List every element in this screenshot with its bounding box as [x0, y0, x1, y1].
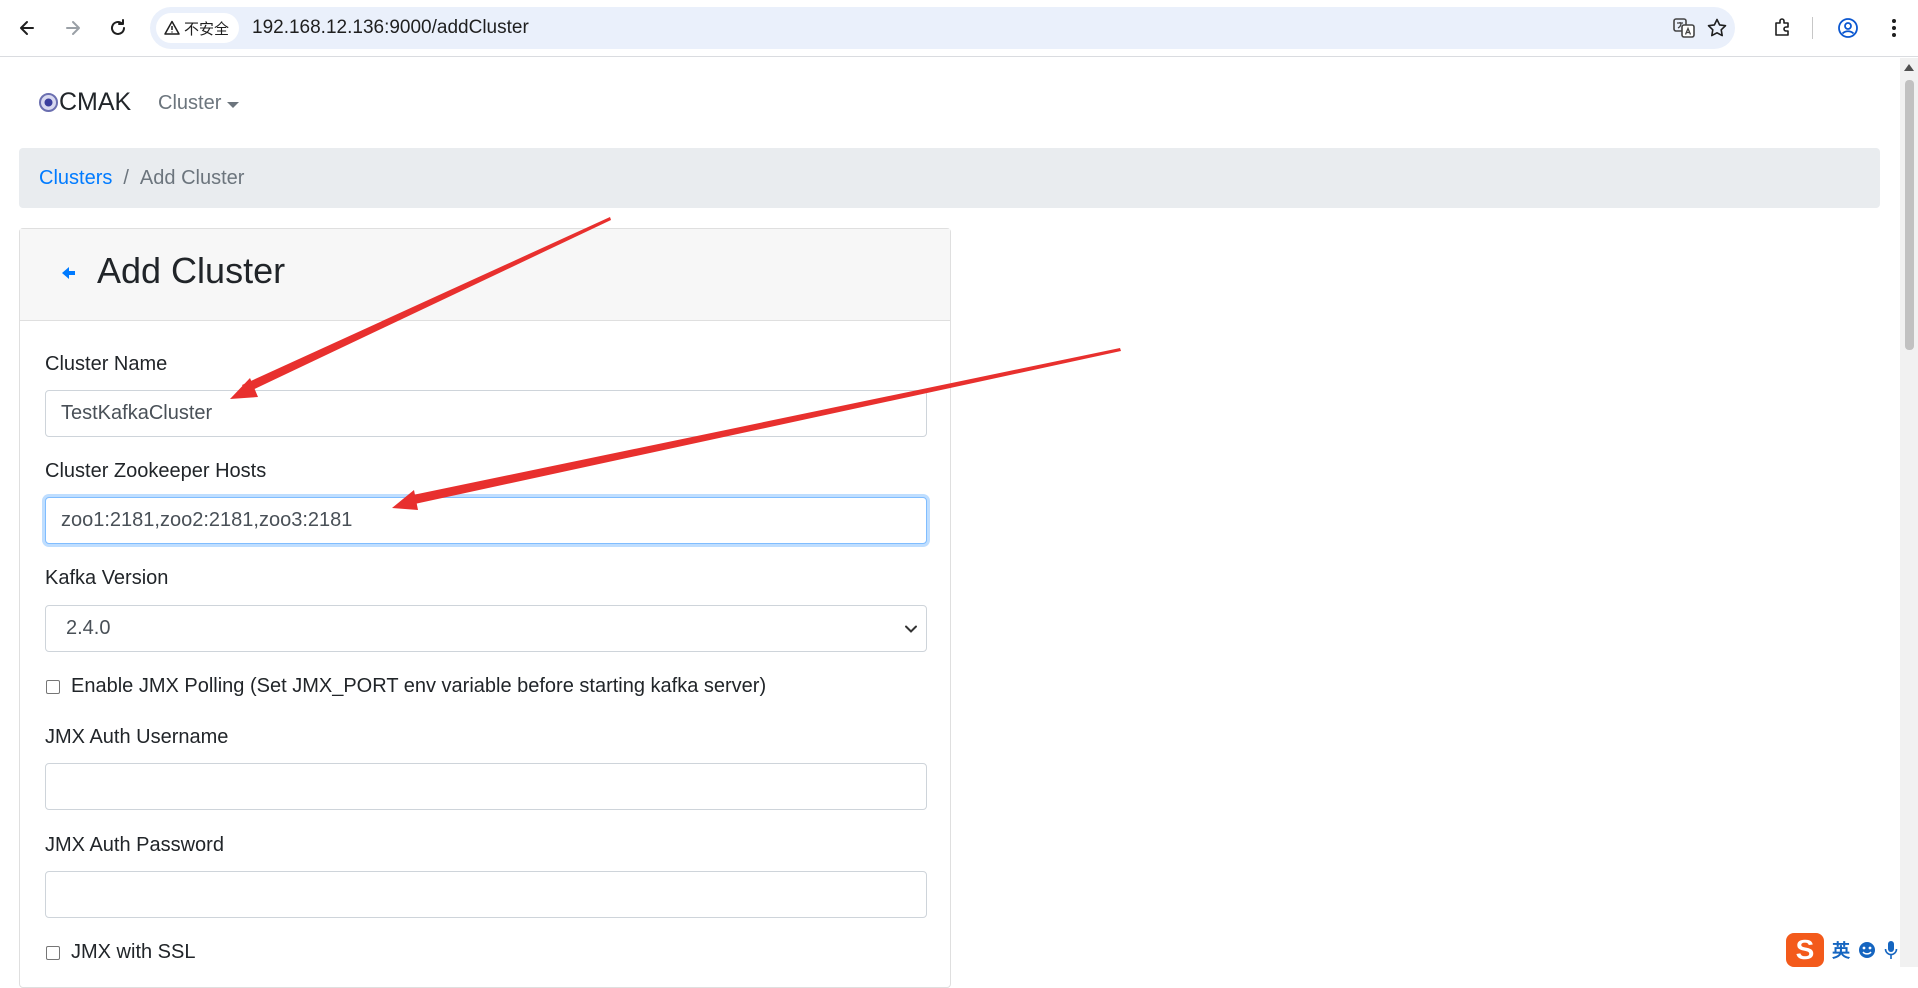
jmx-ssl-checkbox[interactable] [46, 945, 60, 960]
breadcrumb-separator: / [123, 166, 129, 189]
kafka-version-select[interactable]: 2.4.0 [45, 605, 927, 652]
sogou-logo-icon[interactable]: S [1786, 933, 1824, 967]
back-button[interactable] [9, 10, 45, 46]
jmx-polling-label: Enable JMX Polling (Set JMX_PORT env var… [71, 675, 767, 697]
caret-down-icon [227, 101, 240, 108]
emoji-icon[interactable] [1858, 941, 1876, 959]
ime-toolbar: S 英 [1786, 933, 1900, 967]
microphone-icon[interactable] [1884, 940, 1898, 960]
security-label: 不安全 [184, 20, 230, 38]
chevron-down-icon [905, 625, 917, 633]
brand-link[interactable]: CMAK [39, 88, 131, 117]
jmx-password-input[interactable] [45, 871, 927, 918]
extensions-icon[interactable] [1769, 14, 1797, 42]
jmx-polling-checkbox[interactable] [46, 679, 60, 694]
arrow-left-icon [20, 21, 34, 35]
back-arrow-icon[interactable] [60, 264, 78, 282]
address-bar[interactable]: 不安全 192.168.12.136:9000/addCluster [150, 7, 1735, 49]
arrow-right-icon [66, 21, 80, 35]
card-header: Add Cluster [20, 229, 950, 321]
zookeeper-hosts-input[interactable] [45, 497, 927, 544]
cluster-name-label: Cluster Name [45, 353, 168, 375]
more-menu-icon[interactable] [1880, 14, 1908, 42]
scroll-up-arrow-icon[interactable] [1904, 64, 1914, 71]
forward-button[interactable] [55, 10, 91, 46]
app-navbar: CMAK Cluster [0, 58, 1900, 148]
bookmark-star-icon[interactable] [1705, 16, 1729, 40]
toolbar-divider [1812, 17, 1813, 39]
cluster-name-input[interactable] [45, 390, 927, 437]
jmx-username-input[interactable] [45, 763, 927, 810]
jmx-username-label: JMX Auth Username [45, 726, 229, 748]
cluster-dropdown[interactable]: Cluster [158, 92, 240, 115]
jmx-ssl-option[interactable]: JMX with SSL [46, 941, 195, 964]
warning-icon [164, 20, 180, 35]
add-cluster-card: Add Cluster Cluster Name Cluster Zookeep… [19, 228, 951, 988]
url-text[interactable]: 192.168.12.136:9000/addCluster [252, 17, 529, 39]
profile-icon[interactable] [1834, 14, 1862, 42]
page-scrollbar[interactable] [1900, 58, 1918, 967]
cluster-dropdown-label: Cluster [158, 92, 222, 114]
zookeeper-hosts-label: Cluster Zookeeper Hosts [45, 460, 267, 482]
ime-mode-toggle[interactable]: 英 [1832, 937, 1850, 963]
jmx-password-label: JMX Auth Password [45, 834, 224, 856]
cmak-logo-icon [39, 93, 58, 112]
breadcrumb: Clusters / Add Cluster [19, 148, 1880, 208]
page-title: Add Cluster [97, 250, 286, 291]
brand-name: CMAK [59, 88, 132, 116]
scrollbar-thumb[interactable] [1905, 80, 1914, 350]
reload-button[interactable] [100, 10, 136, 46]
breadcrumb-current: Add Cluster [139, 166, 245, 189]
jmx-ssl-label: JMX with SSL [71, 941, 196, 963]
jmx-polling-option[interactable]: Enable JMX Polling (Set JMX_PORT env var… [46, 675, 766, 698]
browser-toolbar: 不安全 192.168.12.136:9000/addCluster [0, 0, 1918, 57]
kafka-version-selected: 2.4.0 [66, 617, 111, 639]
reload-icon [111, 19, 125, 35]
security-chip[interactable]: 不安全 [156, 13, 240, 43]
translate-icon[interactable] [1672, 16, 1696, 40]
breadcrumb-clusters-link[interactable]: Clusters [39, 167, 112, 190]
kafka-version-label: Kafka Version [45, 567, 169, 589]
